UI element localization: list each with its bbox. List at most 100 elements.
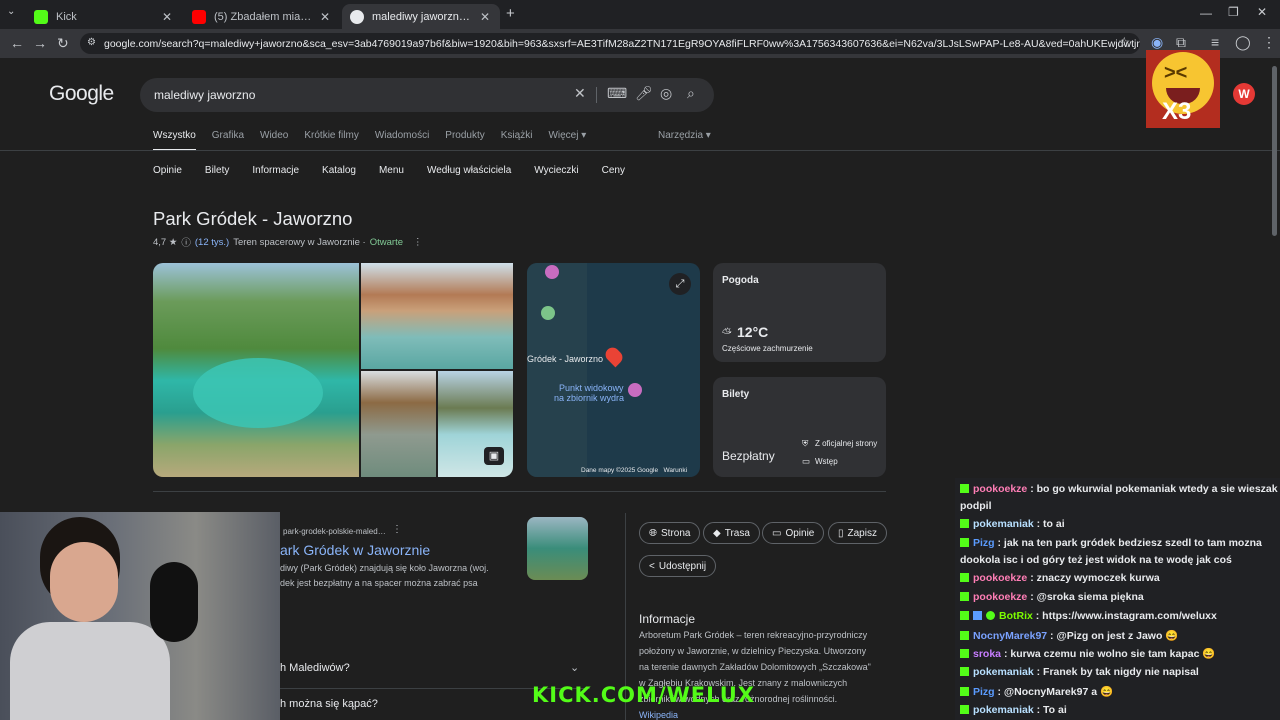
share-button[interactable]: < Udostępnij — [639, 555, 717, 577]
tab-search-icon[interactable]: ⌄ — [7, 6, 15, 17]
wikipedia-link[interactable]: Wikipedia — [639, 710, 678, 720]
tab-short-videos[interactable]: Krótkie filmy — [304, 130, 358, 151]
tab-books[interactable]: Książki — [501, 130, 533, 151]
forward-icon[interactable]: → — [33, 35, 47, 51]
close-icon[interactable]: ✕ — [320, 10, 330, 24]
media-icon[interactable]: ≡ — [1211, 34, 1219, 50]
tab-all[interactable]: Wszystko — [153, 130, 196, 151]
map[interactable]: Gródek - Jaworzno Punkt widokowy na zbio… — [527, 263, 700, 477]
profile-icon[interactable]: ◯ — [1235, 34, 1251, 51]
place-title: Park Gródek - Jaworzno — [153, 208, 353, 229]
reviews-button[interactable]: ▭ Opinie — [762, 522, 825, 544]
minimize-icon[interactable]: — — [1200, 6, 1212, 20]
directions-icon: ◆ — [713, 527, 721, 539]
map-viewpoint-icon — [628, 383, 642, 397]
verified-badge-icon — [986, 611, 995, 620]
result-title[interactable]: ark Gródek w Jaworznie — [280, 542, 430, 558]
clear-icon[interactable]: ✕ — [574, 85, 586, 102]
back-icon[interactable]: ← — [10, 35, 24, 51]
map-poi-icon — [545, 265, 559, 279]
chat-text: : Franek by tak nigdy nie napisal — [1036, 666, 1199, 678]
tickets-card[interactable]: Bilety Bezpłatny ⛨ Z oficjalnej strony ▭… — [713, 377, 886, 477]
info-heading: Informacje — [639, 612, 696, 626]
reload-icon[interactable]: ↻ — [57, 35, 69, 52]
keyboard-icon[interactable]: ⌨ — [607, 85, 627, 102]
tab-bar: ⌄ Kick ✕ (5) Zbadałem miasto przestępcz…… — [0, 0, 1280, 29]
chat-username: Pizg — [973, 686, 995, 698]
new-tab-icon[interactable]: + — [506, 5, 515, 22]
chip-prices[interactable]: Ceny — [602, 165, 625, 176]
photo-shore[interactable] — [361, 263, 513, 369]
maximize-icon[interactable]: ❐ — [1228, 5, 1239, 19]
official-source: Z oficjalnej strony — [815, 439, 878, 448]
chevron-down-icon[interactable]: ⌄ — [570, 661, 579, 674]
map-viewpoint-label: Punkt widokowy — [559, 383, 624, 393]
weather-description: Częściowe zachmurzenie — [722, 344, 813, 353]
search-input[interactable]: malediwy jaworzno ✕ ⌨ 🎤︎ ◎ ⌕ — [140, 78, 714, 112]
scrollbar[interactable] — [1272, 66, 1277, 236]
chip-by-owner[interactable]: Według właściciela — [427, 165, 511, 176]
photo-water[interactable]: ▣ — [438, 371, 513, 477]
chip-menu[interactable]: Menu — [379, 165, 404, 176]
tab-images[interactable]: Grafika — [212, 130, 244, 151]
squint-eyes: >< — [1164, 62, 1188, 84]
bookmark-star-icon[interactable]: ☆ — [1118, 34, 1131, 51]
tab-youtube[interactable]: (5) Zbadałem miasto przestępcz… ✕ — [184, 4, 340, 29]
extensions-icon[interactable]: ⧉ — [1176, 34, 1186, 51]
tab-products[interactable]: Produkty — [445, 130, 484, 151]
faq-question[interactable]: h można się kąpać? — [280, 698, 378, 710]
search-icon[interactable]: ⌕ — [687, 85, 695, 102]
map-land — [527, 263, 587, 477]
partly-cloudy-icon: ⛅︎ — [722, 326, 732, 340]
url-field[interactable]: ⚙ google.com/search?q=malediwy+jaworzno&… — [80, 33, 1140, 54]
more-options-icon[interactable]: ⋮ — [392, 524, 402, 535]
cast-icon[interactable]: ◉ — [1151, 34, 1163, 51]
close-window-icon[interactable]: ✕ — [1257, 5, 1267, 19]
close-icon[interactable]: ✕ — [162, 10, 172, 24]
tab-videos[interactable]: Wideo — [260, 130, 288, 151]
divider — [153, 491, 886, 492]
chat-text: : To ai — [1036, 704, 1067, 716]
lake-shape — [193, 358, 323, 428]
tab-more[interactable]: Więcej ▾ — [548, 130, 586, 151]
info-icon[interactable]: ⓘ — [181, 235, 191, 249]
webcam-overlay — [0, 512, 280, 720]
directions-button[interactable]: ◆ Trasa — [703, 522, 760, 544]
chip-reviews[interactable]: Opinie — [153, 165, 182, 176]
kick-badge-icon — [960, 631, 969, 640]
google-logo[interactable]: Google — [49, 82, 114, 106]
save-button[interactable]: ▯ Zapisz — [828, 522, 887, 544]
tab-kick[interactable]: Kick ✕ — [26, 4, 182, 29]
review-icon: ▭ — [772, 527, 782, 539]
tab-google[interactable]: malediwy jaworzno - Szukaj w G… ✕ — [342, 4, 500, 29]
chip-tickets[interactable]: Bilety — [205, 165, 229, 176]
website-button[interactable]: 🌐︎ Strona — [639, 522, 701, 544]
mic-icon[interactable]: 🎤︎ — [635, 85, 653, 102]
result-thumbnail[interactable] — [527, 517, 588, 580]
chip-trips[interactable]: Wycieczki — [534, 165, 578, 176]
address-bar: ← → ↻ ⚙ google.com/search?q=malediwy+jaw… — [0, 29, 1280, 58]
chat-text: : znaczy wymoczek kurwa — [1030, 572, 1160, 584]
site-info-icon[interactable]: ⚙ — [87, 37, 96, 48]
result-snippet: diwy (Park Gródek) znajdują się koło Jaw… — [280, 563, 489, 573]
tools-button[interactable]: Narzędzia ▾ — [658, 130, 711, 141]
expand-map-icon[interactable]: ⤢ — [669, 273, 691, 295]
chip-catalog[interactable]: Katalog — [322, 165, 356, 176]
menu-icon[interactable]: ⋮ — [1262, 34, 1276, 51]
close-icon[interactable]: ✕ — [480, 10, 490, 24]
chat-message: BotRix : https://www.instagram.com/welux… — [960, 610, 1217, 622]
reviews-link[interactable]: (12 tys.) — [195, 237, 229, 248]
chat-username: BotRix — [999, 610, 1033, 622]
weather-card[interactable]: Pogoda ⛅︎ 12°C Częściowe zachmurzenie — [713, 263, 886, 362]
faq-question[interactable]: h Malediwów? — [280, 662, 350, 674]
gallery-icon[interactable]: ▣ — [484, 447, 504, 465]
filter-chips: Opinie Bilety Informacje Katalog Menu We… — [153, 165, 625, 176]
photo-path[interactable] — [361, 371, 436, 477]
kick-badge-icon — [960, 484, 969, 493]
kick-badge-icon — [960, 538, 969, 547]
more-options-icon[interactable]: ⋮ — [413, 237, 423, 248]
tab-news[interactable]: Wiadomości — [375, 130, 429, 151]
photo-lake-aerial[interactable] — [153, 263, 359, 477]
lens-icon[interactable]: ◎ — [660, 85, 672, 102]
chip-info[interactable]: Informacje — [252, 165, 299, 176]
